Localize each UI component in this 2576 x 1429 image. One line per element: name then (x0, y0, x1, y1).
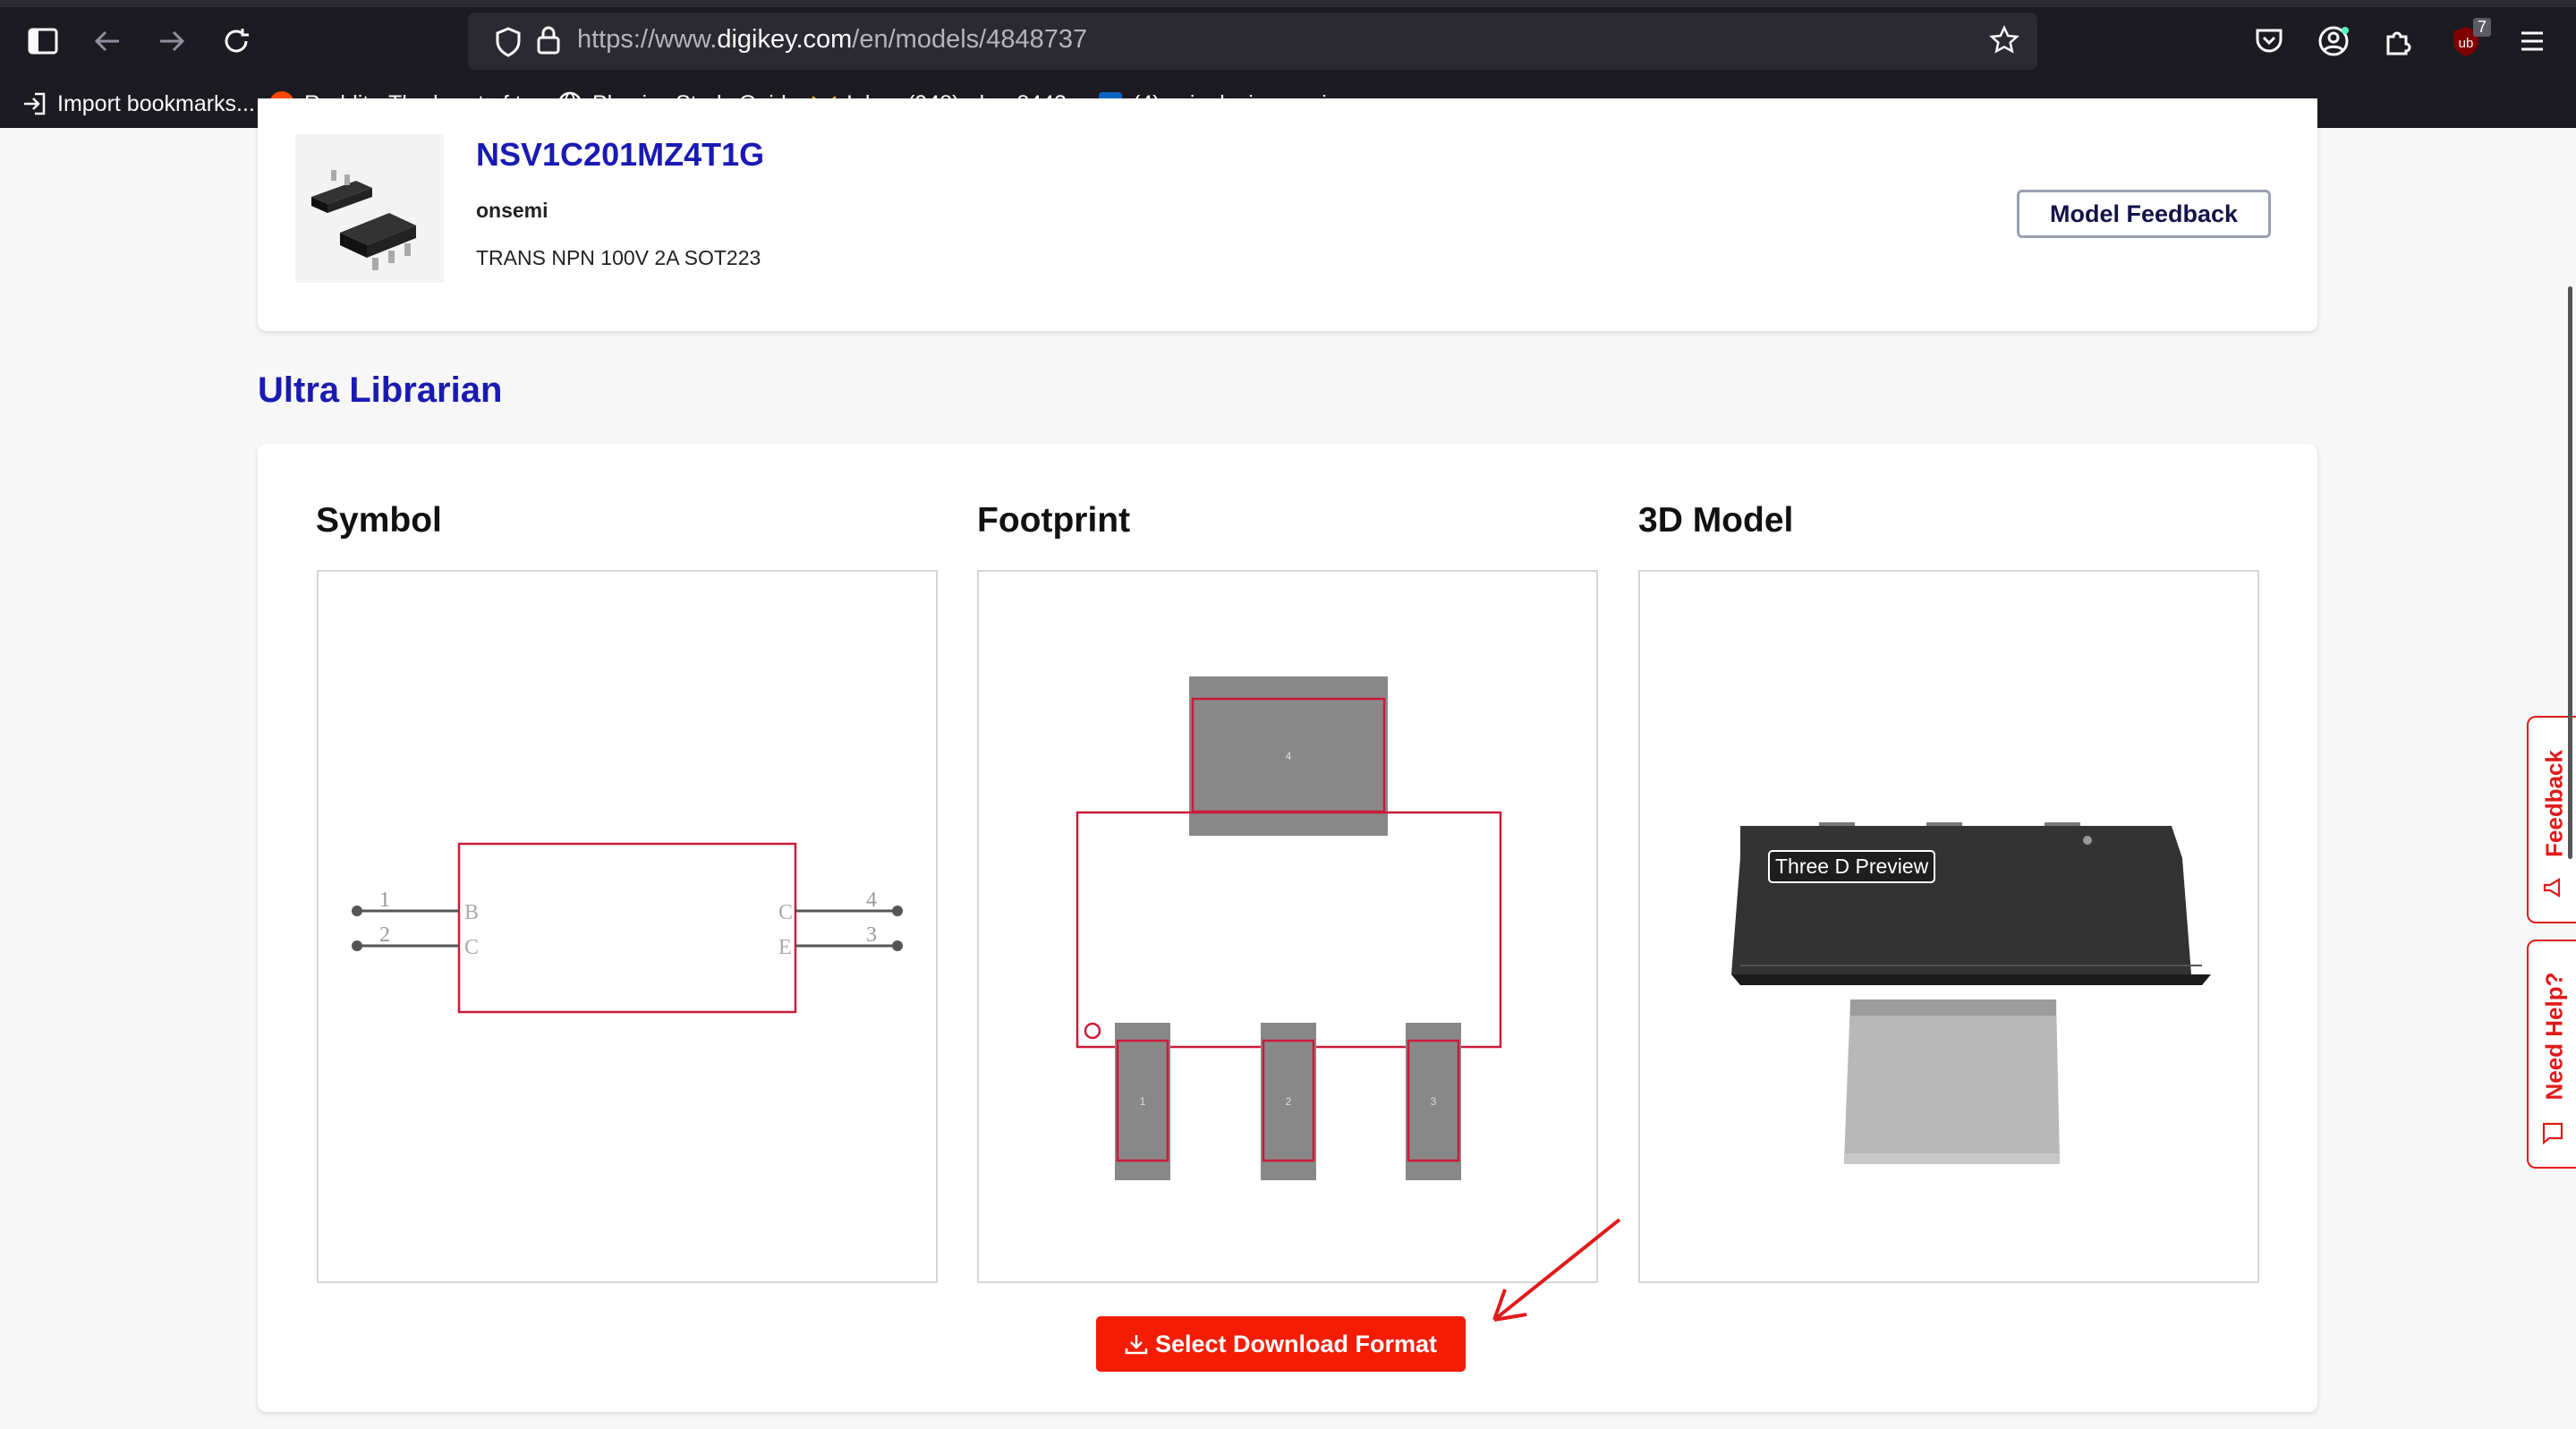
bookmark-import[interactable]: Import bookmarks... (21, 86, 255, 122)
section-title: Ultra Librarian (258, 370, 503, 410)
sidebar-toggle-icon[interactable] (23, 21, 63, 61)
tab-strip (0, 0, 2576, 7)
extension-badge: 7 (2472, 18, 2491, 37)
3d-model-title: 3D Model (1638, 501, 1794, 540)
url-text[interactable]: https://www.digikey.com/en/models/484873… (577, 25, 1087, 55)
pocket-icon[interactable] (2249, 21, 2289, 61)
footprint-title: Footprint (977, 501, 1131, 540)
back-icon[interactable] (88, 21, 127, 61)
part-image (295, 134, 444, 283)
reload-icon[interactable] (217, 21, 256, 61)
pin-4-name: C (778, 901, 793, 924)
pin-1-name: B (464, 901, 479, 924)
chat-icon (2541, 1121, 2564, 1149)
extensions-icon[interactable] (2378, 21, 2418, 61)
pad-3-label: 3 (1431, 1095, 1437, 1108)
pin-3-number: 3 (866, 923, 877, 947)
part-header-card (258, 98, 2317, 331)
download-icon (1125, 1333, 1148, 1355)
pin-4-end (892, 906, 903, 916)
pin-3-name: E (778, 936, 792, 959)
courtyard-outline (1075, 811, 1502, 1049)
part-number: NSV1C201MZ4T1G (476, 136, 765, 173)
pin-2-name: C (464, 936, 479, 959)
three-d-preview-label: Three D Preview (1768, 850, 1936, 883)
pad-1-label: 1 (1140, 1095, 1146, 1108)
pin-1-end (352, 906, 362, 916)
pin-2-number: 2 (379, 923, 390, 947)
url-bar[interactable]: https://www.digikey.com/en/models/484873… (468, 13, 2037, 70)
symbol-drawing: 1 2 B C 4 3 C E (352, 842, 903, 1014)
pin-1-marker (1084, 1022, 1101, 1040)
megaphone-icon (2541, 876, 2564, 904)
tab-lead (1844, 999, 2060, 1161)
lock-icon[interactable] (536, 25, 561, 60)
forward-icon[interactable] (152, 21, 191, 61)
shield-icon[interactable] (495, 27, 522, 62)
3d-model-panel[interactable]: Three D Preview (1638, 570, 2259, 1283)
pad-2-label: 2 (1286, 1095, 1292, 1108)
annotation-arrow (1492, 1218, 1621, 1322)
pin-4-number: 4 (866, 889, 877, 912)
pad-4-label: 4 (1286, 750, 1292, 762)
scrollbar[interactable] (2568, 286, 2572, 859)
pin-2-end (352, 940, 362, 951)
pin-3-end (892, 940, 903, 951)
package-body (1731, 826, 2191, 974)
model-feedback-button[interactable]: Model Feedback (2017, 190, 2271, 238)
symbol-panel[interactable]: 1 2 B C 4 3 C E (317, 570, 938, 1283)
account-icon[interactable] (2314, 21, 2353, 61)
ublock-origin-icon[interactable]: ub 7 (2446, 18, 2491, 61)
part-description: TRANS NPN 100V 2A SOT223 (476, 246, 761, 269)
3d-model-render (1731, 822, 2211, 1164)
svg-text:ub: ub (2459, 36, 2474, 51)
symbol-body (457, 842, 797, 1014)
symbol-title: Symbol (316, 501, 442, 540)
import-icon (21, 90, 48, 117)
manufacturer[interactable]: onsemi (476, 199, 548, 223)
menu-icon[interactable] (2512, 21, 2552, 61)
need-help-tab[interactable]: Need Help? (2527, 940, 2576, 1169)
footprint-panel[interactable]: 4 1 2 3 (977, 570, 1598, 1283)
pin-1-number: 1 (379, 889, 390, 912)
bookmark-star-icon[interactable] (1989, 25, 2019, 60)
select-download-format-button[interactable]: Select Download Format (1096, 1316, 1466, 1372)
footprint-drawing: 4 1 2 3 (1075, 676, 1502, 1180)
